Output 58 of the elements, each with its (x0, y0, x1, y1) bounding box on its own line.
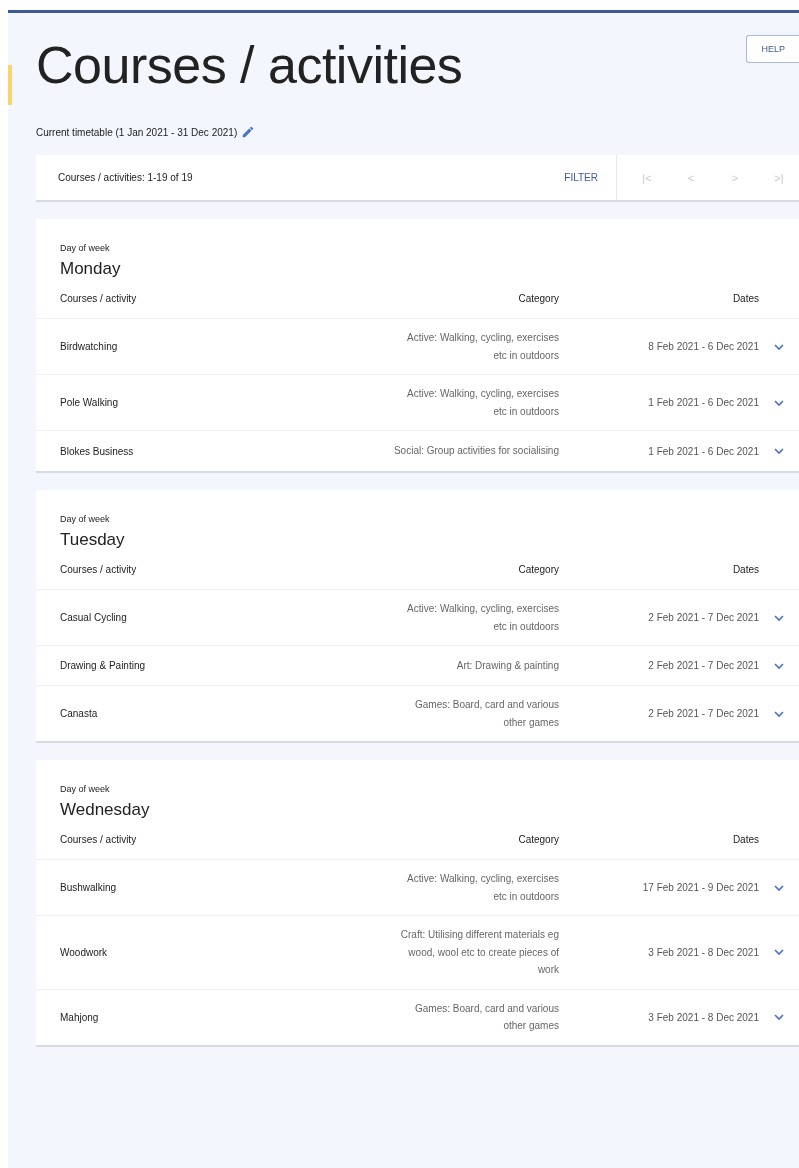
activity-name: Blokes Business (60, 445, 135, 457)
category-text: Games: Board, card and various other games (414, 698, 559, 730)
date-range: 3 Feb 2021 - 8 Dec 2021 (647, 946, 759, 958)
column-header: Courses / activity (60, 834, 138, 845)
day-label: Day of week (60, 514, 111, 524)
chevron-icon[interactable] (773, 447, 785, 455)
day-name: Monday (60, 259, 122, 279)
activity-name: Mahjong (60, 1011, 100, 1023)
category-text: Active: Walking, cycling, exercises etc in outdoors (406, 387, 559, 419)
chevron-icon[interactable] (773, 883, 785, 892)
category-text: Craft: Utilising different materials eg wood, wool etc to create pieces of work (399, 928, 559, 977)
column-header: Dates (731, 564, 759, 575)
activity-name: Woodwork (60, 946, 109, 958)
date-range: 1 Feb 2021 - 6 Dec 2021 (647, 397, 759, 408)
chevron-icon[interactable] (773, 709, 785, 718)
column-header: Dates (731, 834, 759, 845)
day-name: Wednesday (60, 800, 151, 820)
category-text: Active: Walking, cycling, exercises etc in outdoors (406, 602, 559, 634)
column-header: Category (517, 834, 559, 845)
day-label: Day of week (60, 784, 111, 794)
date-range: 2 Feb 2021 - 7 Dec 2021 (647, 660, 759, 671)
timetable-label: Current timetable (1 Jan 2021 - 31 Dec 2021) (36, 126, 238, 138)
date-range: 2 Feb 2021 - 7 Dec 2021 (647, 708, 759, 719)
activity-name: Drawing & Painting (60, 660, 147, 671)
chevron-icon[interactable] (773, 1013, 785, 1021)
category-text: Games: Board, card and various other games (414, 1001, 559, 1033)
date-range: 2 Feb 2021 - 7 Dec 2021 (647, 612, 759, 623)
activity-name: Bushwalking (60, 882, 118, 893)
date-range: 17 Feb 2021 - 9 Dec 2021 (641, 882, 759, 893)
column-header: Courses / activity (60, 293, 138, 304)
date-range: 8 Feb 2021 - 6 Dec 2021 (647, 341, 759, 352)
column-header: Dates (731, 293, 759, 304)
result-count: Courses / activities: 1-19 of 19 (57, 172, 194, 183)
column-header: Courses / activity (60, 564, 138, 575)
category-text: Social: Group activities for socialising (393, 444, 559, 459)
activity-name: Pole Walking (60, 397, 119, 408)
page-title: Courses / activities (36, 35, 463, 95)
chevron-icon[interactable] (773, 398, 785, 407)
chevron-icon[interactable] (773, 948, 785, 957)
day-name: Tuesday (60, 530, 126, 550)
category-text: Active: Walking, cycling, exercises etc in outdoors (406, 872, 559, 904)
column-header: Category (517, 293, 559, 304)
chevron-icon[interactable] (773, 613, 785, 622)
help-button[interactable]: HELP (746, 35, 799, 63)
day-label: Day of week (60, 243, 111, 253)
chevron-icon[interactable] (773, 661, 785, 670)
filter-button[interactable]: FILTER (546, 172, 616, 183)
activity-name: Birdwatching (60, 341, 119, 352)
column-header: Category (517, 564, 559, 575)
chevron-icon[interactable] (773, 342, 785, 351)
date-range: 3 Feb 2021 - 8 Dec 2021 (647, 1011, 759, 1023)
activity-name: Canasta (60, 708, 99, 719)
category-text: Active: Walking, cycling, exercises etc in outdoors (406, 331, 559, 363)
activity-name: Casual Cycling (60, 612, 128, 623)
category-text: Art: Drawing & painting (456, 658, 559, 673)
pencil-icon[interactable] (241, 125, 256, 139)
date-range: 1 Feb 2021 - 6 Dec 2021 (647, 445, 759, 457)
accent-bar (8, 65, 12, 105)
